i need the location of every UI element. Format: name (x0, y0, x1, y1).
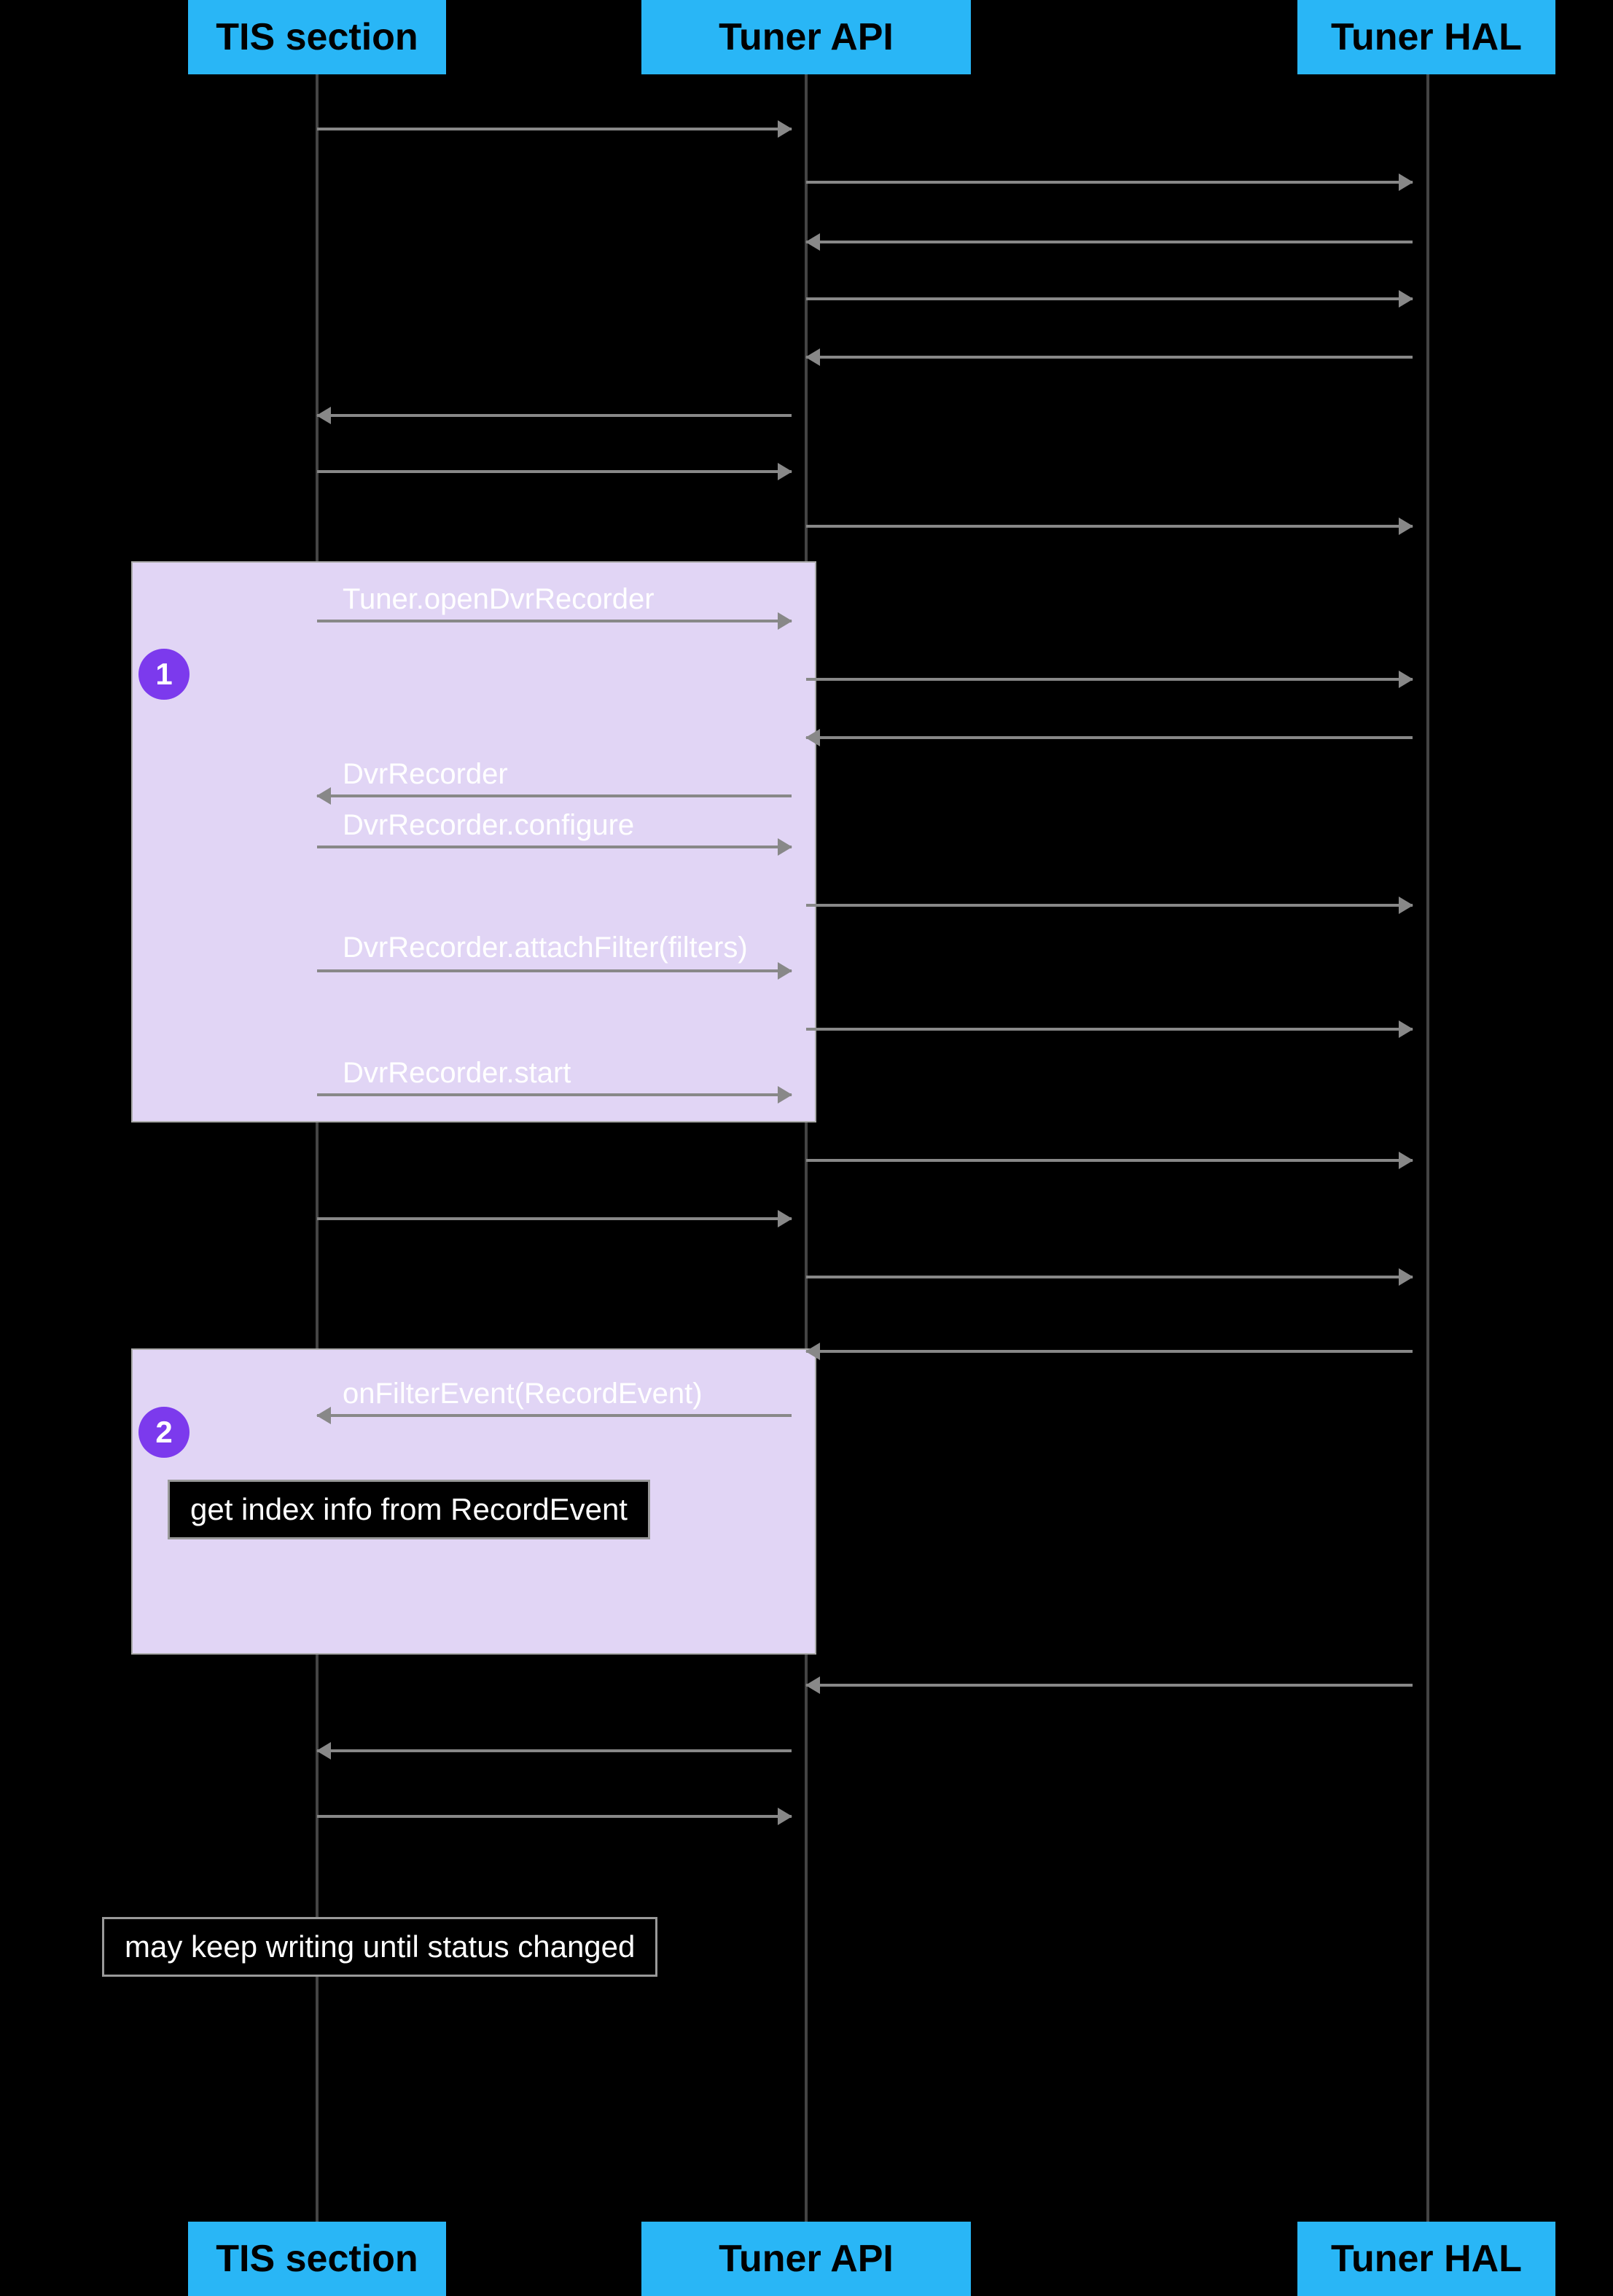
arrow-step1-hal1-ret (806, 736, 1413, 739)
arrow-7 (317, 470, 792, 473)
arrow-attachfilter-hal (806, 1028, 1413, 1031)
arrow-configure (317, 846, 792, 848)
tuner-api-header: Tuner API (641, 0, 971, 74)
arrow-post1-hal1 (806, 1159, 1413, 1162)
arrow-open-dvr (317, 620, 792, 622)
arrow-hal-callback (806, 1350, 1413, 1353)
arrow-4 (806, 297, 1413, 300)
arrow-3 (806, 241, 1413, 243)
arrow-5 (806, 356, 1413, 359)
tuner-api-footer: Tuner API (641, 2222, 971, 2296)
tuner-hal-lifeline (1426, 74, 1429, 2222)
note-get-index: get index info from RecordEvent (168, 1480, 650, 1539)
arrow-attachfilter (317, 969, 792, 972)
arrow-step1-hal1 (806, 678, 1413, 681)
arrow-dvr-return (317, 794, 792, 797)
arrow-post1-hal2 (806, 1276, 1413, 1278)
step2-circle: 2 (138, 1407, 190, 1458)
tuner-hal-footer: Tuner HAL (1297, 2222, 1555, 2296)
arrow-1 (317, 128, 792, 130)
arrow-6 (317, 414, 792, 417)
step1-activation-box (131, 561, 816, 1122)
arrow-post2-api (317, 1749, 792, 1752)
label-dvr-return: DvrRecorder (343, 758, 508, 791)
tis-lifeline (316, 74, 319, 2222)
arrow-post1-api1 (317, 1217, 792, 1220)
label-start: DvrRecorder.start (343, 1057, 571, 1090)
arrow-start (317, 1093, 792, 1096)
arrow-post2-tis (317, 1815, 792, 1818)
arrow-filter-event (317, 1414, 792, 1417)
label-open-dvr: Tuner.openDvrRecorder (343, 583, 655, 616)
step1-circle: 1 (138, 649, 190, 700)
arrow-8 (806, 525, 1413, 528)
arrow-2 (806, 181, 1413, 184)
tuner-api-lifeline (805, 74, 808, 2222)
arrow-post2-hal (806, 1684, 1413, 1687)
arrow-configure-hal (806, 904, 1413, 907)
tuner-hal-header: Tuner HAL (1297, 0, 1555, 74)
label-filter-event: onFilterEvent(RecordEvent) (343, 1378, 703, 1410)
tis-header: TIS section (188, 0, 446, 74)
label-configure: DvrRecorder.configure (343, 809, 634, 842)
label-attachfilter: DvrRecorder.attachFilter(filters) (343, 932, 748, 964)
note-keep-writing: may keep writing until status changed (102, 1917, 657, 1977)
tis-footer: TIS section (188, 2222, 446, 2296)
